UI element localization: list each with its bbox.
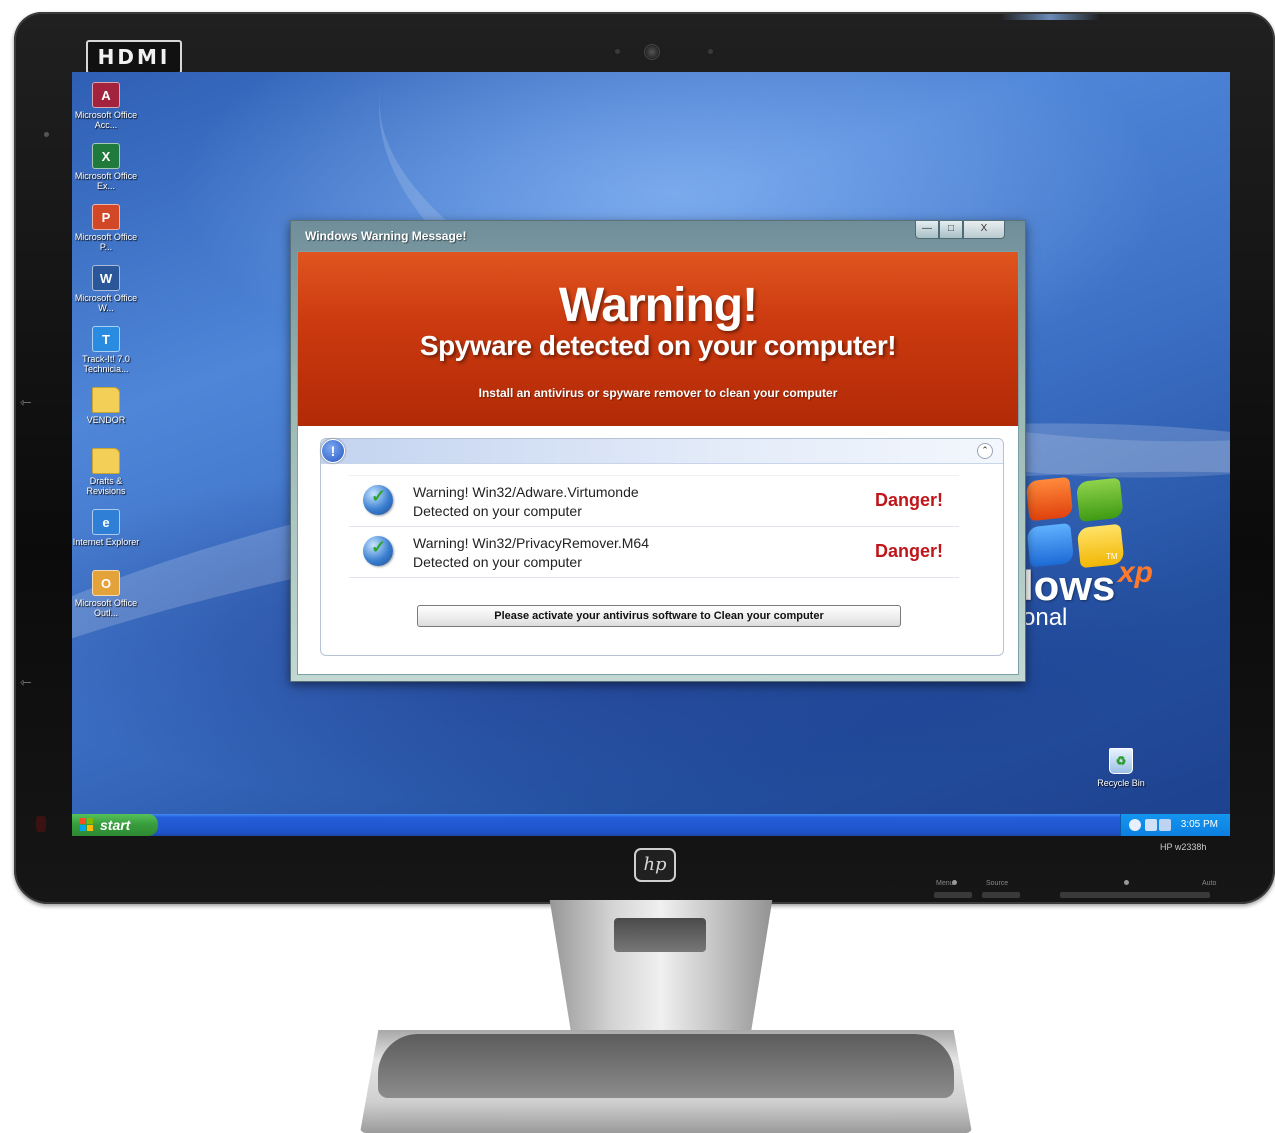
threat-name: Warning! Win32/PrivacyRemover.M64 xyxy=(413,535,650,551)
word-icon: W xyxy=(92,265,120,291)
bezel-button-strip: Menu Source Auto xyxy=(934,878,1226,902)
wallpaper-windows-text: lows xyxy=(1022,562,1116,609)
threat-row: ✓ Warning! Win32/PrivacyRemover.M64 Dete… xyxy=(349,527,959,578)
dialog-title: Windows Warning Message! xyxy=(305,229,467,243)
windows-flag-icon xyxy=(80,818,94,832)
globe-check-icon: ✓ xyxy=(363,536,393,566)
powerpoint-icon: P xyxy=(92,204,120,230)
trackit-icon: T xyxy=(92,326,120,352)
desktop-icon[interactable]: X Microsoft Office Ex... xyxy=(72,143,140,191)
recycle-bin-label: Recycle Bin xyxy=(1097,778,1145,788)
wallpaper-edition-text: onal xyxy=(1022,604,1068,631)
warning-instruction: Install an antivirus or spyware remover … xyxy=(478,386,838,400)
monitor-stand-cable-hole xyxy=(614,918,706,952)
desktop-icon[interactable]: P Microsoft Office P... xyxy=(72,204,140,252)
danger-label: Danger! xyxy=(874,490,943,510)
usb-icon: ⇽ xyxy=(20,674,32,690)
desktop-icon[interactable]: VENDOR xyxy=(72,387,140,425)
collapse-icon[interactable]: ⌃ xyxy=(977,443,993,459)
desktop-icon-label: Microsoft Office Acc... xyxy=(74,110,138,130)
bezel-menu-button[interactable] xyxy=(934,892,972,898)
info-icon: ! xyxy=(321,439,345,463)
desktop-screen: lows TM xp onal A Microsoft Office Acc...… xyxy=(72,72,1230,836)
warning-banner: Warning! Spyware detected on your comput… xyxy=(298,252,1018,426)
access-icon: A xyxy=(92,82,120,108)
desktop-icon[interactable]: Drafts & Revisions xyxy=(72,448,140,496)
threat-row: ✓ Warning! Win32/Adware.Virtumonde Detec… xyxy=(349,475,959,527)
webcam-dot xyxy=(708,49,713,54)
hp-logo: hp xyxy=(634,848,676,882)
bezel-led xyxy=(1124,880,1129,885)
desktop-icon-label: VENDOR xyxy=(86,415,126,425)
threat-panel-header: ! ⌃ xyxy=(321,439,1003,464)
bezel-highlight xyxy=(1000,14,1100,20)
desktop-icon-label: Internet Explorer xyxy=(72,537,140,547)
start-label: start xyxy=(100,817,131,833)
desktop-icon-label: Microsoft Office Ex... xyxy=(74,171,138,191)
desktop-icon[interactable]: e Internet Explorer xyxy=(72,509,140,547)
desktop-icon-label: Track-It! 7.0 Technicia... xyxy=(82,354,130,374)
side-power-indicator xyxy=(36,816,46,832)
recycle-bin[interactable]: ♻ Recycle Bin xyxy=(1092,748,1150,788)
start-button[interactable]: start xyxy=(72,814,158,836)
desktop-icon[interactable]: A Microsoft Office Acc... xyxy=(72,82,140,130)
threat-panel: ! ⌃ ✓ Warning! Win32/Adware.Virtumonde D… xyxy=(320,438,1004,656)
minimize-button[interactable]: — xyxy=(915,221,939,239)
model-label: HP w2338h xyxy=(1160,842,1207,852)
bezel-button-label: Auto xyxy=(1202,880,1217,887)
outlook-icon: O xyxy=(92,570,120,596)
webcam-dot xyxy=(615,49,620,54)
recycle-bin-icon: ♻ xyxy=(1109,748,1133,774)
warning-heading: Warning! xyxy=(558,279,758,332)
activate-antivirus-button[interactable]: Please activate your antivirus software … xyxy=(417,605,901,627)
network-icon[interactable] xyxy=(1145,819,1157,831)
folder-icon xyxy=(92,387,120,413)
system-tray: 3:05 PM xyxy=(1120,814,1230,836)
excel-icon: X xyxy=(92,143,120,169)
maximize-button[interactable]: □ xyxy=(939,221,963,239)
close-button[interactable]: X xyxy=(963,221,1005,239)
warning-subheading: Spyware detected on your computer! xyxy=(419,330,897,361)
monitor-stand-base-top xyxy=(378,1034,954,1098)
bezel-button-label: Source xyxy=(986,880,1009,887)
wallpaper-tm-text: TM xyxy=(1106,552,1118,561)
usb-icon: ⇽ xyxy=(20,394,32,410)
desktop-icon[interactable]: O Microsoft Office Outl... xyxy=(72,570,140,618)
globe-check-icon: ✓ xyxy=(363,485,393,515)
bezel-sensor-dot xyxy=(44,132,49,137)
tray-arrow-icon[interactable] xyxy=(1129,819,1141,831)
tray-clock[interactable]: 3:05 PM xyxy=(1181,819,1218,830)
desktop-icon-label: Microsoft Office W... xyxy=(74,293,138,313)
desktop-icon[interactable]: W Microsoft Office W... xyxy=(72,265,140,313)
bezel-button-label: Menu xyxy=(936,880,954,887)
desktop-icon[interactable]: T Track-It! 7.0 Technicia... xyxy=(72,326,140,374)
threat-name: Warning! Win32/Adware.Virtumonde xyxy=(413,484,639,500)
folder-icon xyxy=(92,448,120,474)
network-icon[interactable] xyxy=(1159,819,1171,831)
desktop-icon-label: Microsoft Office Outl... xyxy=(74,598,138,618)
taskbar: start 3:05 PM xyxy=(72,814,1230,836)
desktop-icon-label: Microsoft Office P... xyxy=(74,232,138,252)
warning-dialog-window: Windows Warning Message! — □ X Warning! … xyxy=(290,220,1026,682)
danger-label: Danger! xyxy=(874,541,943,561)
webcam-lens-icon xyxy=(644,44,660,60)
bezel-control-buttons[interactable] xyxy=(1060,892,1210,898)
threat-detail: Detected on your computer xyxy=(413,554,582,570)
bezel-led xyxy=(952,880,957,885)
desktop-icon-label: Drafts & Revisions xyxy=(86,476,126,496)
wallpaper-xp-text: xp xyxy=(1118,556,1154,589)
threat-detail: Detected on your computer xyxy=(413,503,582,519)
internet-explorer-icon: e xyxy=(92,509,120,535)
dialog-body: Warning! Spyware detected on your comput… xyxy=(297,251,1019,675)
bezel-source-button[interactable] xyxy=(982,892,1020,898)
hdmi-logo: HDMI xyxy=(86,40,182,74)
